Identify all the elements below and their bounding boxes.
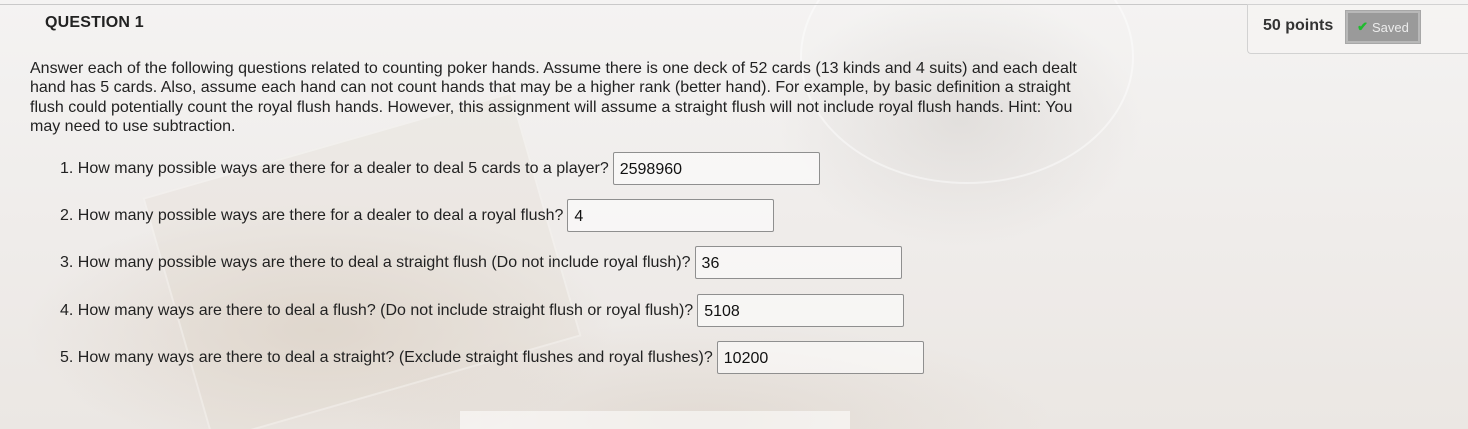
saved-status-button[interactable]: ✔ Saved <box>1345 10 1421 44</box>
question-item-1: 1. How many possible ways are there for … <box>60 152 820 185</box>
question-instructions: Answer each of the following questions r… <box>30 60 1077 136</box>
question-item-label: 3. How many possible ways are there to d… <box>60 253 691 271</box>
answer-input-5[interactable] <box>716 341 924 374</box>
question-item-label: 5. How many ways are there to deal a str… <box>60 348 713 366</box>
answer-input-3[interactable] <box>694 246 902 279</box>
answer-input-2[interactable] <box>567 199 775 232</box>
question-item-label: 4. How many ways are there to deal a flu… <box>60 301 694 319</box>
question-item-5: 5. How many ways are there to deal a str… <box>60 341 924 374</box>
background-strip <box>460 411 850 429</box>
saved-label: Saved <box>1372 19 1409 35</box>
question-item-3: 3. How many possible ways are there to d… <box>60 246 902 279</box>
question-item-4: 4. How many ways are there to deal a flu… <box>60 294 905 327</box>
question-item-label: 2. How many possible ways are there for … <box>60 206 564 224</box>
answer-input-4[interactable] <box>697 294 905 327</box>
check-icon: ✔ <box>1357 19 1369 34</box>
points-label: 50 points <box>1263 17 1334 34</box>
question-item-label: 1. How many possible ways are there for … <box>60 159 609 177</box>
question-item-2: 2. How many possible ways are there for … <box>60 199 775 232</box>
question-title: QUESTION 1 <box>45 14 144 31</box>
answer-input-1[interactable] <box>612 152 820 185</box>
points-panel: 50 points ✔ Saved <box>1247 4 1468 54</box>
